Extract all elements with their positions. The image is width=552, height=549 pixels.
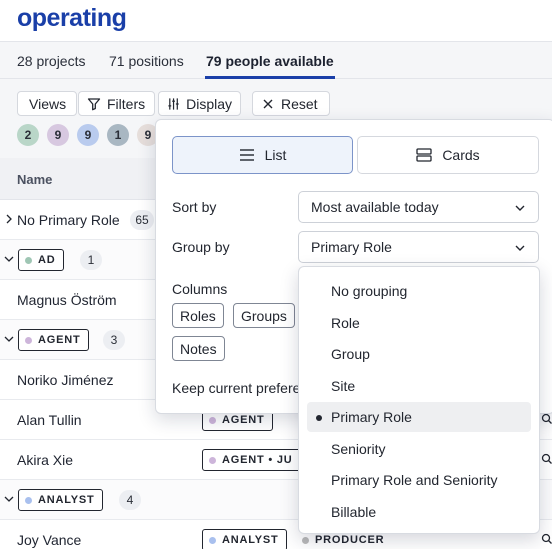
group-option-no-grouping[interactable]: No grouping: [307, 276, 531, 306]
chevron-down-icon[interactable]: [3, 333, 15, 345]
display-label: Display: [186, 95, 232, 112]
group-option-primary-role-and-seniority[interactable]: Primary Role and Seniority: [307, 465, 531, 495]
tab-positions[interactable]: 71 positions: [109, 53, 184, 69]
search-icon[interactable]: [541, 453, 552, 465]
role-color-dot: [25, 496, 32, 504]
display-button[interactable]: Display: [158, 91, 241, 116]
role-tag-label: AGENT: [38, 334, 81, 346]
person-name[interactable]: Joy Vance: [17, 532, 81, 548]
group-option-site[interactable]: Site: [307, 371, 531, 401]
search-icon[interactable]: [541, 533, 552, 545]
role-tag-label: PRODUCER: [315, 534, 385, 546]
search-icon[interactable]: [541, 413, 552, 425]
role-color-dot: [209, 416, 216, 424]
option-label: Group: [331, 346, 370, 362]
group-by-dropdown: No grouping Role Group Site Primary Role…: [298, 266, 540, 534]
selected-bullet-icon: [316, 415, 322, 421]
person-name[interactable]: Akira Xie: [17, 452, 73, 468]
views-label: Views: [29, 95, 67, 112]
reset-button[interactable]: Reset: [252, 91, 330, 116]
group-by-value: Primary Role: [311, 239, 392, 255]
group-by-select[interactable]: Primary Role: [298, 231, 539, 263]
chevron-down-icon: [515, 245, 525, 251]
group-option-group[interactable]: Group: [307, 339, 531, 369]
option-label: Primary Role: [331, 409, 412, 425]
sort-by-select[interactable]: Most available today: [298, 191, 539, 223]
option-label: Seniority: [331, 441, 386, 457]
chevron-down-icon[interactable]: [3, 493, 15, 505]
close-icon: [263, 99, 273, 108]
person-name[interactable]: Alan Tullin: [17, 412, 82, 428]
role-color-dot: [25, 256, 32, 264]
option-label: No grouping: [331, 283, 408, 299]
column-chip-roles[interactable]: Roles: [172, 303, 224, 328]
option-label: Primary Role and Seniority: [331, 472, 498, 488]
app-header: operating: [0, 0, 552, 42]
role-tag-label: AGENT • JU: [222, 454, 293, 466]
app-logo[interactable]: operating: [17, 4, 127, 33]
column-chip-groups[interactable]: Groups: [233, 303, 295, 328]
option-label: Billable: [331, 504, 377, 520]
group-option-seniority[interactable]: Seniority: [307, 434, 531, 464]
group-count: 1: [80, 250, 102, 270]
chevron-down-icon: [515, 205, 525, 211]
option-label: Site: [331, 378, 356, 394]
role-color-dot: [209, 536, 216, 544]
group-option-billable[interactable]: Billable: [307, 497, 531, 527]
list-view-button[interactable]: List: [172, 136, 353, 174]
tab-bar: 28 projects 71 positions 79 people avail…: [0, 42, 552, 79]
cards-view-button[interactable]: Cards: [357, 136, 539, 174]
group-option-primary-role[interactable]: Primary Role: [307, 402, 531, 432]
sliders-icon: [168, 97, 179, 110]
filter-icon: [87, 97, 101, 110]
list-icon: [239, 149, 254, 161]
role-tag: ANALYST: [18, 489, 103, 511]
role-tag-label: AGENT: [222, 414, 265, 426]
role-color-dot: [302, 536, 309, 544]
group-option-role[interactable]: Role: [307, 308, 531, 338]
person-name[interactable]: Magnus Öström: [17, 292, 117, 308]
role-tag-label: ANALYST: [38, 494, 95, 506]
role-tag: AGENT: [18, 329, 89, 351]
group-count: 3: [103, 330, 125, 350]
role-tag-label: ANALYST: [222, 534, 279, 546]
chevron-right-icon[interactable]: [3, 213, 15, 225]
filters-label: Filters: [107, 95, 146, 112]
views-button[interactable]: Views: [17, 91, 77, 116]
group-count: 4: [119, 490, 141, 510]
column-header-name[interactable]: Name: [17, 172, 52, 187]
group-by-label: Group by: [172, 239, 230, 255]
toolbar: Views Filters Display Reset: [0, 79, 552, 118]
summary-chip[interactable]: 2: [17, 124, 39, 146]
role-tag-label: AD: [38, 254, 56, 266]
cards-view-label: Cards: [442, 147, 480, 163]
tab-people-available[interactable]: 79 people available: [206, 53, 334, 69]
role-tag: ANALYST: [202, 529, 287, 549]
person-name[interactable]: Noriko Jiménez: [17, 372, 113, 388]
summary-chip[interactable]: 1: [107, 124, 129, 146]
summary-chip[interactable]: 9: [77, 124, 99, 146]
option-label: Role: [331, 315, 360, 331]
group-label: No Primary Role: [17, 212, 120, 228]
role-color-dot: [25, 336, 32, 344]
chevron-down-icon[interactable]: [3, 253, 15, 265]
reset-label: Reset: [281, 95, 318, 112]
keep-preferences-label: Keep current prefere: [172, 380, 301, 396]
summary-chip[interactable]: 9: [47, 124, 69, 146]
tab-projects[interactable]: 28 projects: [17, 53, 85, 69]
columns-label: Columns: [172, 281, 228, 297]
list-view-label: List: [264, 147, 287, 163]
group-count: 65: [130, 210, 154, 230]
role-tag: AD: [18, 249, 64, 271]
sort-by-label: Sort by: [172, 199, 217, 215]
column-chip-notes[interactable]: Notes: [172, 336, 225, 361]
cards-icon: [416, 148, 432, 162]
filters-button[interactable]: Filters: [78, 91, 155, 116]
sort-by-value: Most available today: [311, 199, 439, 215]
role-color-dot: [209, 456, 216, 464]
role-tag: AGENT • JU: [202, 449, 301, 471]
